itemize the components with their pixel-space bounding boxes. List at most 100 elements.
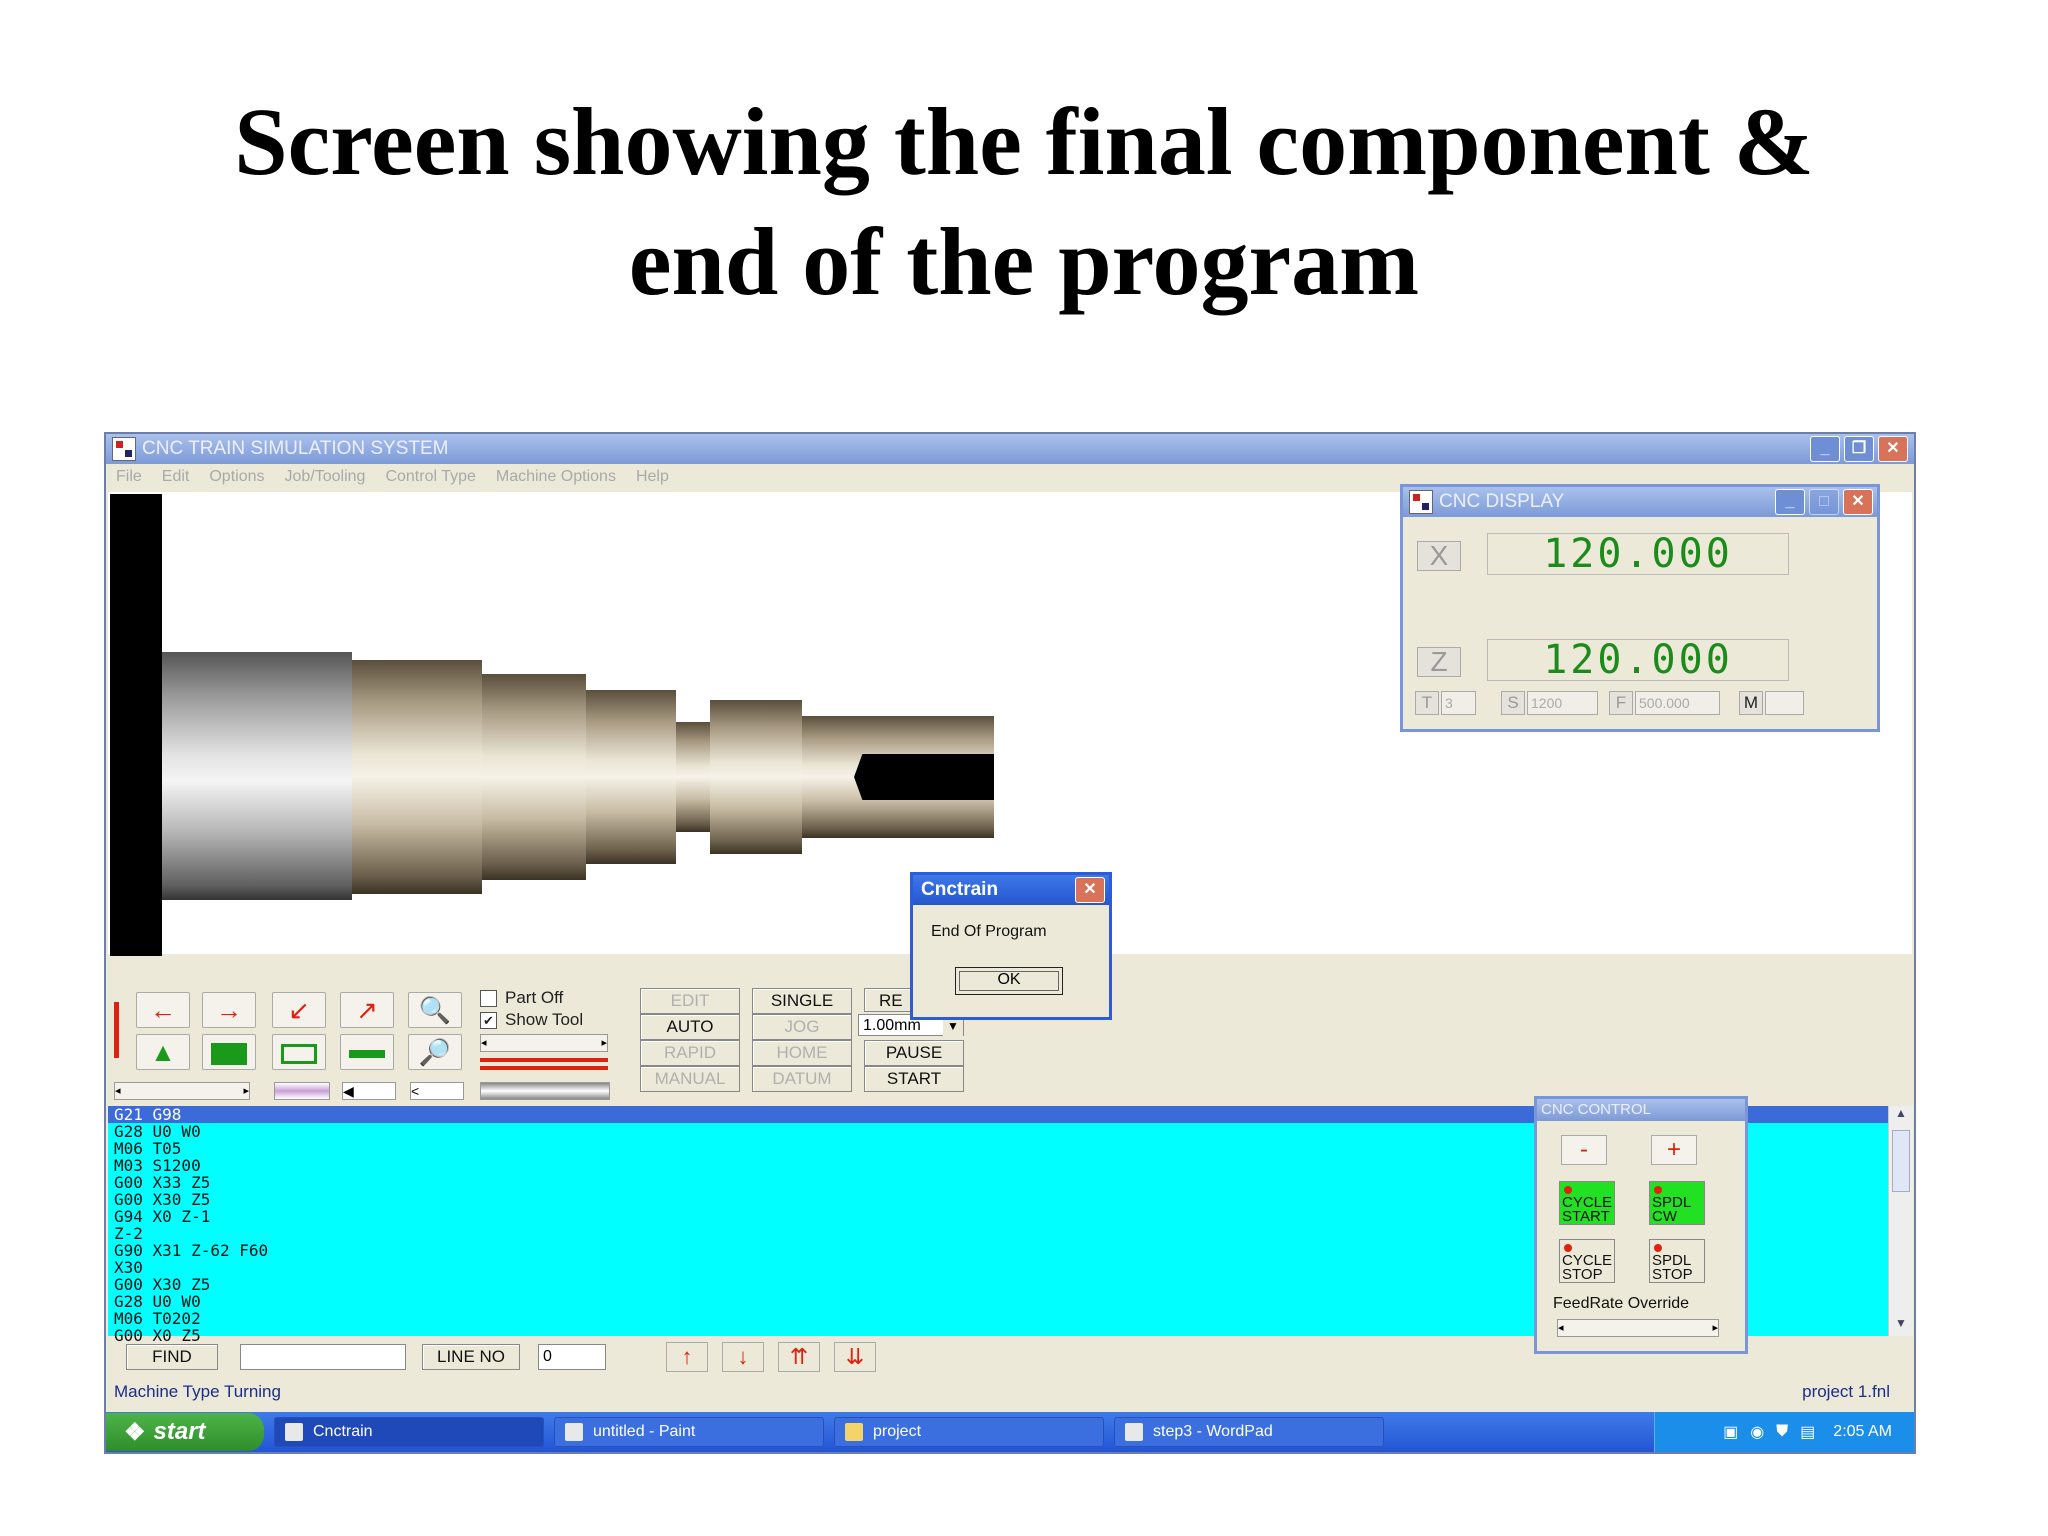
shield-icon[interactable]: ⛊ <box>1776 1423 1788 1441</box>
show-tool-checkbox[interactable]: ✔ Show Tool <box>480 1010 583 1030</box>
pause-button[interactable]: PAUSE <box>864 1040 964 1066</box>
display-close-button[interactable]: ✕ <box>1843 489 1873 515</box>
cnc-display-window: CNC DISPLAY _ □ ✕ X 120.000 Z 120.000 T … <box>1400 484 1880 732</box>
close-button[interactable]: ✕ <box>1878 436 1908 462</box>
spindle-cw-button[interactable]: SPDL CW <box>1649 1181 1705 1225</box>
scroll-down-icon[interactable]: ▼ <box>1889 1316 1913 1336</box>
volume-icon[interactable]: ◉ <box>1750 1422 1764 1442</box>
feedrate-slider[interactable]: ◂ ▸ <box>1557 1319 1719 1337</box>
jog-mode-button[interactable]: JOG <box>752 1014 852 1040</box>
cnc-display-titlebar[interactable]: CNC DISPLAY _ □ ✕ <box>1403 487 1877 517</box>
datum-button[interactable]: DATUM <box>752 1066 852 1092</box>
folder-icon <box>845 1423 863 1441</box>
menu-control-type[interactable]: Control Type <box>385 468 475 486</box>
end-of-program-dialog: Cnctrain ✕ End Of Program OK <box>910 872 1112 1020</box>
rapid-mode-button[interactable]: RAPID <box>640 1040 740 1066</box>
taskbar: ❖ start Cnctrain untitled - Paint project… <box>106 1412 1914 1452</box>
tool-shape-selector[interactable]: ◀ <box>342 1082 396 1100</box>
auto-mode-button[interactable]: AUTO <box>640 1014 740 1040</box>
cnc-display-title: CNC DISPLAY <box>1439 491 1565 512</box>
line-view-icon[interactable] <box>340 1034 394 1070</box>
fit-view-icon[interactable] <box>272 1034 326 1070</box>
s-label: S <box>1501 691 1525 715</box>
m-label: M <box>1739 691 1763 715</box>
display-minimize-button[interactable]: _ <box>1775 489 1805 515</box>
menu-edit[interactable]: Edit <box>162 468 190 486</box>
feed-plus-button[interactable]: + <box>1651 1135 1697 1165</box>
dialog-title: Cnctrain <box>921 879 999 900</box>
color-swatch[interactable] <box>274 1082 330 1100</box>
progress-line-1 <box>480 1058 608 1062</box>
feed-minus-button[interactable]: - <box>1561 1135 1607 1165</box>
show-tool-box[interactable]: ✔ <box>480 1011 497 1029</box>
cycle-stop-button[interactable]: CYCLE STOP <box>1559 1239 1615 1283</box>
find-input[interactable] <box>240 1344 406 1370</box>
task-paint[interactable]: untitled - Paint <box>554 1417 824 1447</box>
task-cnctrain[interactable]: Cnctrain <box>274 1417 544 1447</box>
workpiece-groove <box>676 722 710 832</box>
line-no-input[interactable]: 0 <box>538 1344 606 1370</box>
center-drill-bore <box>854 754 994 800</box>
tool-scrollbar[interactable]: ◂ ▸ <box>480 1034 608 1052</box>
double-arrow-up-icon[interactable]: ⇈ <box>778 1342 820 1372</box>
wordpad-icon <box>1125 1423 1143 1441</box>
workpiece-step-2 <box>482 674 586 880</box>
home-button[interactable]: HOME <box>752 1040 852 1066</box>
part-off-label: Part Off <box>505 988 564 1007</box>
menu-options[interactable]: Options <box>209 468 264 486</box>
task-wordpad[interactable]: step3 - WordPad <box>1114 1417 1384 1447</box>
find-button[interactable]: FIND <box>126 1344 218 1370</box>
main-titlebar[interactable]: CNC TRAIN SIMULATION SYSTEM _ ❐ ✕ <box>106 434 1914 464</box>
scroll-up-icon[interactable]: ▲ <box>1889 1106 1913 1126</box>
terrain-view-icon[interactable]: ▲ <box>136 1034 190 1070</box>
menu-file[interactable]: File <box>116 468 142 486</box>
edit-mode-button[interactable]: EDIT <box>640 988 740 1014</box>
line-no-button[interactable]: LINE NO <box>422 1344 520 1370</box>
cnc-control-title[interactable]: CNC CONTROL <box>1537 1099 1745 1121</box>
start-button[interactable]: START <box>864 1066 964 1092</box>
minimize-button[interactable]: _ <box>1810 436 1840 462</box>
arrow-down-icon[interactable]: ↓ <box>722 1342 764 1372</box>
dialog-close-button[interactable]: ✕ <box>1075 877 1105 903</box>
jog-diagonal-up-button[interactable]: ↗ <box>340 992 394 1028</box>
solid-view-icon[interactable] <box>202 1034 256 1070</box>
part-off-box[interactable] <box>480 989 497 1007</box>
monitor-icon[interactable]: ▤ <box>1800 1422 1815 1442</box>
network-icon[interactable]: ▣ <box>1723 1422 1738 1442</box>
paint-icon <box>565 1423 583 1441</box>
arrow-up-icon[interactable]: ↑ <box>666 1342 708 1372</box>
task-project[interactable]: project <box>834 1417 1104 1447</box>
display-maximize-button[interactable]: □ <box>1809 489 1839 515</box>
slider-track[interactable] <box>480 1082 610 1100</box>
led-indicator <box>1564 1244 1572 1252</box>
single-mode-button[interactable]: SINGLE <box>752 988 852 1014</box>
cycle-start-button[interactable]: CYCLE START <box>1559 1181 1615 1225</box>
zoom-in-icon[interactable]: 🔎 <box>408 1034 462 1070</box>
jog-diagonal-down-button[interactable]: ↙ <box>272 992 326 1028</box>
file-status: project 1.fnl <box>1802 1382 1890 1401</box>
manual-mode-button[interactable]: MANUAL <box>640 1066 740 1092</box>
jog-right-button[interactable]: → <box>202 992 256 1028</box>
start-label: start <box>153 1418 206 1445</box>
dialog-titlebar[interactable]: Cnctrain ✕ <box>913 875 1109 905</box>
part-off-checkbox[interactable]: Part Off <box>480 988 563 1008</box>
zoom-out-icon[interactable]: 🔍 <box>408 992 462 1028</box>
menu-job-tooling[interactable]: Job/Tooling <box>285 468 366 486</box>
view-scrollbar[interactable]: ◂ ▸ <box>114 1082 250 1100</box>
app-icon <box>112 437 136 461</box>
menu-help[interactable]: Help <box>636 468 669 486</box>
ok-button[interactable]: OK <box>955 967 1063 995</box>
task-label: project <box>873 1423 922 1440</box>
tool-angle-selector[interactable]: < <box>410 1082 464 1100</box>
menu-machine-options[interactable]: Machine Options <box>496 468 616 486</box>
spindle-stop-button[interactable]: SPDL STOP <box>1649 1239 1705 1283</box>
jog-left-button[interactable]: ← <box>136 992 190 1028</box>
slide-title: Screen showing the final component & end… <box>0 82 2048 322</box>
restore-button[interactable]: ❐ <box>1844 436 1874 462</box>
start-button-taskbar[interactable]: ❖ start <box>106 1413 264 1451</box>
scroll-thumb[interactable] <box>1892 1130 1910 1192</box>
double-arrow-down-icon[interactable]: ⇊ <box>834 1342 876 1372</box>
program-scrollbar[interactable]: ▲ ▼ <box>1888 1106 1913 1336</box>
cycle-stop-label-2: STOP <box>1562 1266 1603 1283</box>
spdl-stop-label-2: STOP <box>1652 1266 1693 1283</box>
